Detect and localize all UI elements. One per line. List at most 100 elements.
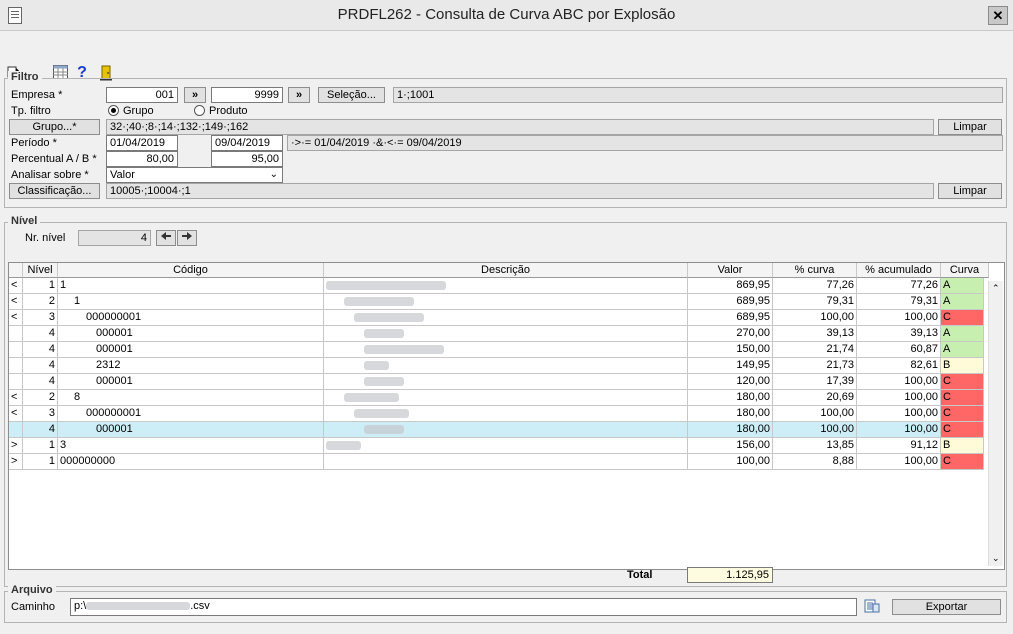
cell-nivel: 4 [23,358,58,374]
cell-acumulado: 100,00 [857,454,941,470]
cell-codigo: 3 [58,438,324,454]
grupo-limpar-button[interactable]: Limpar [938,119,1002,135]
redacted-description [364,361,389,370]
nivel-next-button[interactable] [177,230,197,246]
table-row[interactable]: 4 000001 150,00 21,74 60,87 A [9,342,984,358]
percentual-a-input[interactable]: 80,00 [106,151,178,167]
caminho-input[interactable]: p:\ .csv [70,598,857,616]
cell-curva: A [941,342,984,358]
cell-codigo: 000000001 [58,406,324,422]
grid-header-expander [9,263,23,278]
cell-valor: 100,00 [688,454,773,470]
empresa-from-input[interactable]: 001 [106,87,178,103]
cell-expander[interactable]: > [9,438,23,454]
table-row[interactable]: <1 1 869,95 77,26 77,26 A [9,278,984,294]
tp-filtro-label: Tp. filtro [11,105,51,117]
cell-expander[interactable]: < [9,294,23,310]
grid-header-descricao[interactable]: Descrição [324,263,688,278]
cell-expander[interactable] [9,374,23,390]
cell-curva-pct: 20,69 [773,390,857,406]
cell-curva: C [941,310,984,326]
close-button[interactable]: ✕ [988,6,1008,25]
cell-expander[interactable]: > [9,454,23,470]
cell-nivel: 4 [23,422,58,438]
cell-curva-pct: 39,13 [773,326,857,342]
selecao-button[interactable]: Seleção... [318,87,385,103]
cell-codigo: 000001 [58,374,324,390]
table-row[interactable]: 4 000001 180,00 100,00 100,00 C [9,422,984,438]
filtro-legend: Filtro [8,71,42,83]
empresa-to-input[interactable]: 9999 [211,87,283,103]
cell-expander[interactable]: < [9,406,23,422]
cell-curva-pct: 100,00 [773,406,857,422]
table-row[interactable]: <3 000000001 180,00 100,00 100,00 C [9,406,984,422]
radio-produto[interactable] [194,105,205,116]
periodo-from-input[interactable]: 01/04/2019 [106,135,178,151]
cell-expander[interactable]: < [9,278,23,294]
table-row[interactable]: 4 000001 120,00 17,39 100,00 C [9,374,984,390]
grid-header-valor[interactable]: Valor [688,263,773,278]
table-row[interactable]: >1 3 156,00 13,85 91,12 B [9,438,984,454]
title-bar: PRDFL262 - Consulta de Curva ABC por Exp… [0,0,1013,31]
exportar-button[interactable]: Exportar [892,599,1001,615]
nivel-prev-button[interactable] [156,230,176,246]
cell-expander[interactable] [9,358,23,374]
browse-folder-icon[interactable] [864,599,882,615]
caminho-redacted [86,602,191,611]
grupo-button[interactable]: Grupo...* [9,119,100,135]
cell-descricao [324,294,688,310]
cell-curva-pct: 79,31 [773,294,857,310]
caminho-label: Caminho [11,601,56,613]
cell-nivel: 2 [23,390,58,406]
analisar-select[interactable]: Valor ⌄ [106,167,283,183]
cell-descricao [324,310,688,326]
grid-header-curva[interactable]: Curva [941,263,989,278]
cell-nivel: 1 [23,454,58,470]
scroll-down-icon[interactable]: ⌄ [992,553,1000,564]
cell-valor: 689,95 [688,294,773,310]
cell-curva: A [941,326,984,342]
cell-expander[interactable]: < [9,310,23,326]
table-row[interactable]: >1 000000000 100,00 8,88 100,00 C [9,454,984,470]
redacted-description [354,313,424,322]
grid-scrollbar[interactable]: ⌃ ⌄ [988,281,1003,566]
cell-descricao [324,278,688,294]
cell-curva-pct: 17,39 [773,374,857,390]
cell-expander[interactable] [9,326,23,342]
cell-nivel: 4 [23,326,58,342]
arquivo-legend: Arquivo [8,584,56,596]
cell-acumulado: 100,00 [857,422,941,438]
cell-curva: B [941,358,984,374]
cell-nivel: 2 [23,294,58,310]
cell-codigo: 000000000 [58,454,324,470]
percentual-b-input[interactable]: 95,00 [211,151,283,167]
curva-abc-grid[interactable]: Nível Código Descrição Valor % curva % a… [8,262,1005,570]
scroll-up-icon[interactable]: ⌃ [992,283,1000,294]
cell-curva-pct: 21,74 [773,342,857,358]
grid-header-nivel[interactable]: Nível [23,263,58,278]
cell-codigo: 000001 [58,326,324,342]
grupo-value: 32·;40·;8·;14·;132·;149·;162 [106,119,934,135]
caminho-suffix: .csv [190,600,210,612]
grid-header-acumulado[interactable]: % acumulado [857,263,941,278]
empresa-from-lookup-button[interactable]: » [184,87,206,103]
grid-header-curva-pct[interactable]: % curva [773,263,857,278]
periodo-to-input[interactable]: 09/04/2019 [211,135,283,151]
cell-expander[interactable] [9,342,23,358]
cell-expander[interactable]: < [9,390,23,406]
empresa-label: Empresa * [11,89,63,101]
table-row[interactable]: <2 1 689,95 79,31 79,31 A [9,294,984,310]
empresa-to-lookup-button[interactable]: » [288,87,310,103]
table-row[interactable]: <2 8 180,00 20,69 100,00 C [9,390,984,406]
table-row[interactable]: 4 2312 149,95 21,73 82,61 B [9,358,984,374]
cell-valor: 180,00 [688,390,773,406]
classificacao-limpar-button[interactable]: Limpar [938,183,1002,199]
grid-header-codigo[interactable]: Código [58,263,324,278]
radio-grupo[interactable] [108,105,119,116]
table-row[interactable]: <3 000000001 689,95 100,00 100,00 C [9,310,984,326]
cell-expander[interactable] [9,422,23,438]
table-row[interactable]: 4 000001 270,00 39,13 39,13 A [9,326,984,342]
redacted-description [364,377,404,386]
classificacao-button[interactable]: Classificação... [9,183,100,199]
cell-valor: 270,00 [688,326,773,342]
